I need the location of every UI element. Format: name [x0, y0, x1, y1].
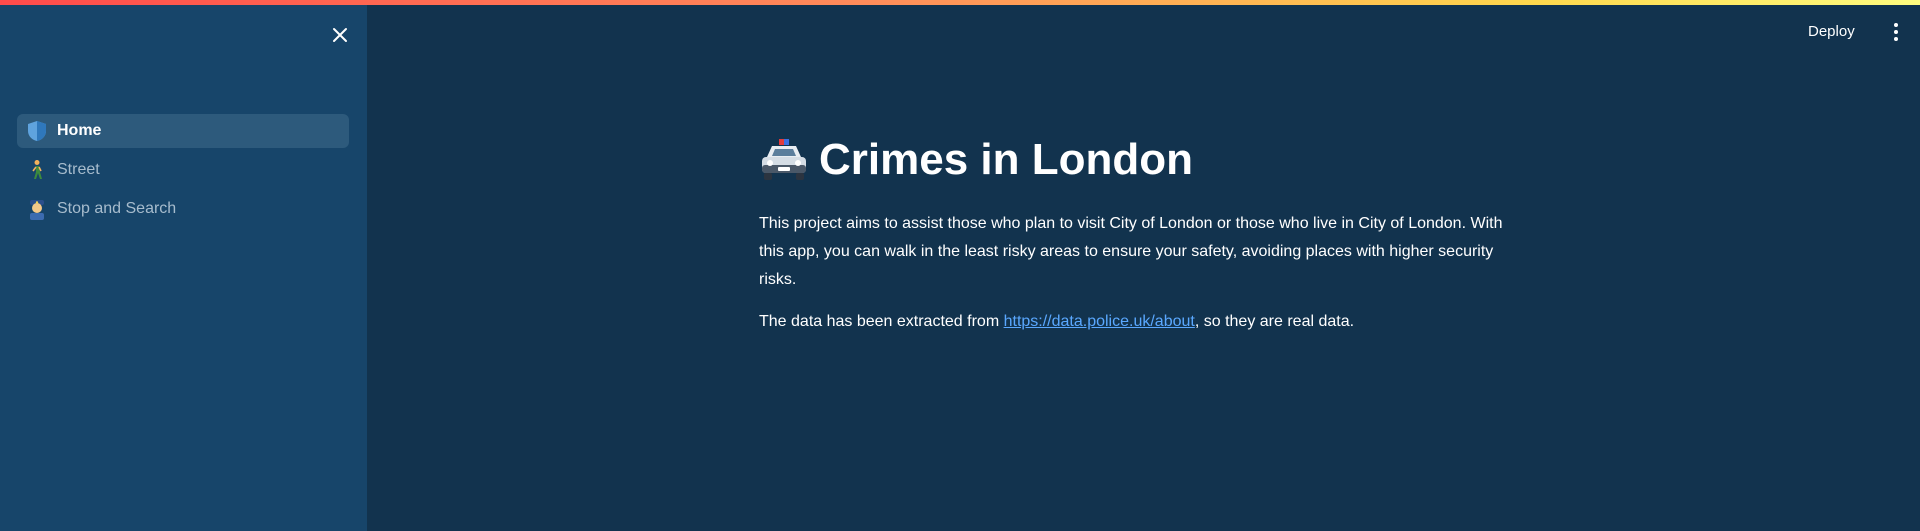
data-source-link[interactable]: https://data.police.uk/about — [1004, 313, 1195, 330]
sidebar: Home Street Stop and Search — [0, 0, 367, 531]
main-content: Crimes in London This project aims to as… — [759, 130, 1529, 350]
data-source-suffix: , so they are real data. — [1194, 313, 1355, 330]
intro-paragraph: This project aims to assist those who pl… — [759, 215, 1503, 288]
more-vertical-icon[interactable] — [1888, 20, 1904, 44]
walking-person-icon — [26, 159, 48, 181]
sidebar-item-street[interactable]: Street — [17, 153, 349, 187]
sidebar-item-home[interactable]: Home — [17, 114, 349, 148]
police-officer-icon — [26, 198, 48, 220]
sidebar-nav: Home Street Stop and Search — [17, 114, 349, 231]
top-decoration-stripe — [0, 0, 1920, 5]
police-car-icon — [762, 139, 806, 180]
sidebar-item-label: Stop and Search — [57, 200, 177, 217]
close-icon — [333, 28, 347, 42]
sidebar-item-stop-and-search[interactable]: Stop and Search — [17, 192, 349, 226]
deploy-button[interactable]: Deploy — [1808, 20, 1855, 44]
close-sidebar-button[interactable] — [325, 20, 355, 50]
sidebar-item-label: Home — [57, 122, 102, 139]
data-source-paragraph: The data has been extracted from https:/… — [759, 308, 1529, 336]
data-source-prefix: The data has been extracted from — [759, 313, 1004, 330]
page-title: Crimes in London — [759, 130, 1529, 190]
page-title-text: Crimes in London — [819, 135, 1193, 184]
shield-icon — [26, 120, 48, 142]
sidebar-item-label: Street — [57, 161, 100, 178]
